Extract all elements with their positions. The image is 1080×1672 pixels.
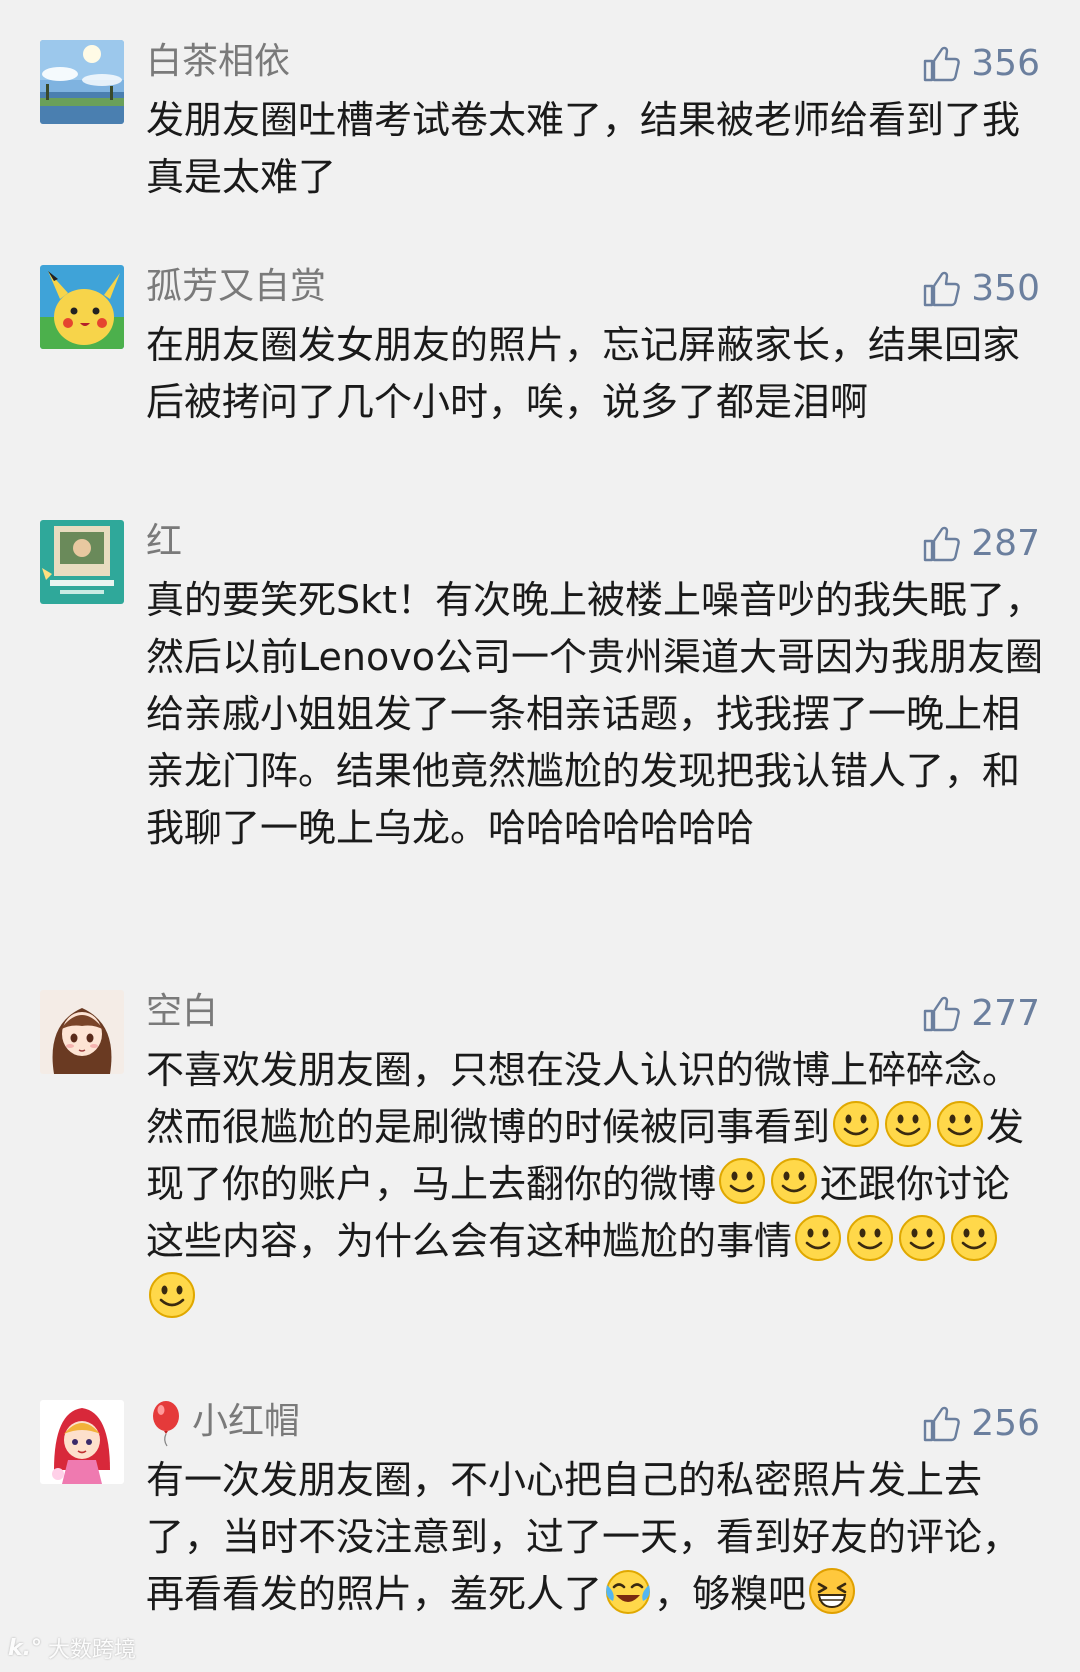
thumbs-up-icon (921, 524, 961, 564)
comment-text-segment: ，够糗吧 (654, 1572, 807, 1616)
smile-emoji-icon (148, 1271, 196, 1319)
comment-text-segment: 有一次发朋友圈，不小心把自己的私密照片发上去了，当时不没注意到，过了一天，看到好… (146, 1458, 1021, 1616)
comment-text: 真的要笑死Skt！有次晚上被楼上噪音吵的我失眠了，然后以前Lenovo公司一个贵… (146, 572, 1046, 857)
anime-girl-avatar-icon[interactable] (40, 990, 124, 1074)
thumbs-up-icon (921, 994, 961, 1034)
like-count: 356 (971, 43, 1040, 84)
smile-emoji-icon (846, 1214, 894, 1262)
smile-emoji-icon (718, 1157, 766, 1205)
smile-emoji-icon (898, 1214, 946, 1262)
username[interactable]: 小红帽 (146, 1396, 300, 1448)
username[interactable]: 空白 (146, 986, 218, 1038)
thumbs-up-icon (921, 1404, 961, 1444)
smile-emoji-icon (832, 1100, 880, 1148)
poster-avatar-icon[interactable] (40, 520, 124, 604)
username[interactable]: 白茶相依 (146, 36, 290, 88)
like-count: 256 (971, 1403, 1040, 1444)
smile-emoji-icon (770, 1157, 818, 1205)
comment-text: 在朋友圈发女朋友的照片，忘记屏蔽家长，结果回家后被拷问了几个小时，唉，说多了都是… (146, 317, 1046, 431)
comment-text-segment: 在朋友圈发女朋友的照片，忘记屏蔽家长，结果回家后被拷问了几个小时，唉，说多了都是… (146, 323, 1021, 424)
pikachu-avatar-icon[interactable] (40, 265, 124, 349)
like-button[interactable]: 350 (921, 263, 1040, 315)
smile-emoji-icon (794, 1214, 842, 1262)
watermark: k.° 大数跨境 (8, 1632, 136, 1664)
like-button[interactable]: 356 (921, 38, 1040, 90)
comment-text: 有一次发朋友圈，不小心把自己的私密照片发上去了，当时不没注意到，过了一天，看到好… (146, 1452, 1046, 1623)
like-button[interactable]: 277 (921, 988, 1040, 1040)
laugh-cry-emoji-icon (604, 1567, 652, 1615)
like-count: 287 (971, 523, 1040, 564)
smile-emoji-icon (950, 1214, 998, 1262)
like-count: 277 (971, 993, 1040, 1034)
grin-emoji-icon (808, 1567, 856, 1615)
comment-text-segment: 真的要笑死Skt！有次晚上被楼上噪音吵的我失眠了，然后以前Lenovo公司一个贵… (146, 578, 1044, 850)
comment-text-segment: 发朋友圈吐槽考试卷太难了，结果被老师给看到了我真是太难了 (146, 98, 1021, 199)
comment-text: 发朋友圈吐槽考试卷太难了，结果被老师给看到了我真是太难了 (146, 92, 1046, 206)
thumbs-up-icon (921, 269, 961, 309)
username[interactable]: 红 (146, 516, 182, 568)
watermark-text: 大数跨境 (48, 1638, 137, 1663)
comment-text: 不喜欢发朋友圈，只想在没人认识的微博上碎碎念。然而很尴尬的是刷微博的时候被同事看… (146, 1042, 1046, 1327)
watermark-logo: k.° (8, 1635, 42, 1661)
balloon-icon (146, 1399, 186, 1447)
sky-landscape-avatar-icon[interactable] (40, 40, 124, 124)
red-riding-hood-avatar-icon[interactable] (40, 1400, 124, 1484)
smile-emoji-icon (936, 1100, 984, 1148)
smile-emoji-icon (884, 1100, 932, 1148)
like-button[interactable]: 287 (921, 518, 1040, 570)
username-text: 小红帽 (192, 1401, 301, 1442)
thumbs-up-icon (921, 44, 961, 84)
username[interactable]: 孤芳又自赏 (146, 261, 326, 313)
like-button[interactable]: 256 (921, 1398, 1040, 1450)
like-count: 350 (971, 268, 1040, 309)
